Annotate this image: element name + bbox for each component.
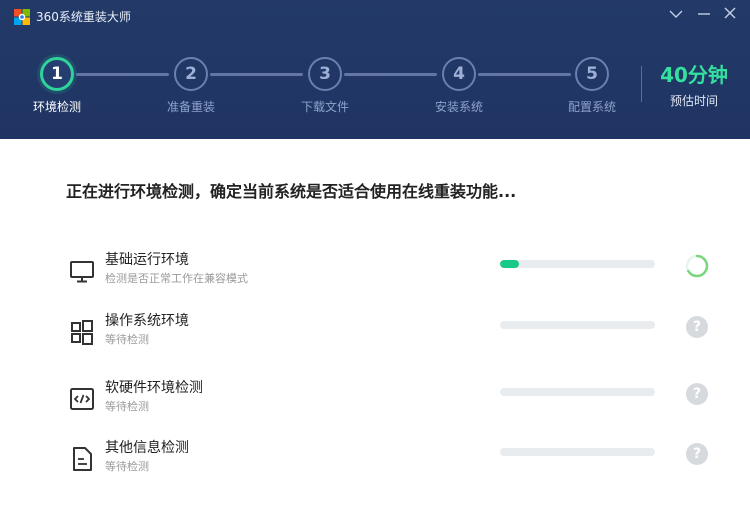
monitor-icon bbox=[70, 261, 94, 283]
windows-icon bbox=[71, 320, 93, 345]
check-item-title: 基础运行环境 bbox=[105, 252, 189, 268]
progress-bar bbox=[500, 260, 655, 268]
header-panel: 360系统重装大师 1 环境检测 2 准备重装 3 下载文件 4 安装系统 5 … bbox=[0, 0, 750, 139]
step-number: 1 bbox=[40, 57, 74, 91]
eta-label: 预估时间 bbox=[669, 94, 718, 108]
check-item-title: 操作系统环境 bbox=[105, 313, 189, 329]
app-title: 360系统重装大师 bbox=[36, 10, 131, 24]
document-icon bbox=[73, 447, 92, 471]
check-item-subtitle: 等待检测 bbox=[105, 400, 149, 413]
close-icon bbox=[724, 7, 736, 19]
check-item-basic-environment: 基础运行环境 检测是否正常工作在兼容模式 bbox=[60, 251, 720, 297]
step-progress: 1 环境检测 2 准备重装 3 下载文件 4 安装系统 5 配置系统 bbox=[0, 55, 640, 125]
progress-bar bbox=[500, 321, 655, 329]
check-item-subtitle: 等待检测 bbox=[105, 333, 149, 346]
help-glyph: ? bbox=[686, 443, 708, 465]
step-5: 5 配置系统 bbox=[547, 55, 637, 114]
check-item-subtitle: 等待检测 bbox=[105, 460, 149, 473]
minimize-icon bbox=[698, 13, 710, 15]
step-label: 安装系统 bbox=[434, 100, 483, 114]
eta-value: 40分钟 bbox=[660, 63, 728, 87]
question-icon: ? bbox=[685, 442, 709, 466]
progress-bar bbox=[500, 448, 655, 456]
dropdown-menu-button[interactable] bbox=[665, 6, 687, 22]
step-label: 准备重装 bbox=[166, 100, 215, 114]
step-label: 下载文件 bbox=[300, 100, 349, 114]
progress-bar bbox=[500, 388, 655, 396]
step-number: 3 bbox=[308, 57, 342, 91]
step-2: 2 准备重装 bbox=[146, 55, 236, 114]
divider bbox=[641, 66, 642, 102]
step-3: 3 下载文件 bbox=[280, 55, 370, 114]
check-item-title: 软硬件环境检测 bbox=[105, 380, 203, 396]
step-label: 环境检测 bbox=[32, 100, 81, 114]
help-glyph: ? bbox=[686, 383, 708, 405]
question-icon: ? bbox=[685, 315, 709, 339]
loading-spinner-icon bbox=[685, 254, 709, 278]
help-glyph: ? bbox=[686, 316, 708, 338]
status-headline: 正在进行环境检测，确定当前系统是否适合使用在线重装功能... bbox=[66, 182, 517, 201]
step-label: 配置系统 bbox=[567, 100, 616, 114]
progress-fill bbox=[500, 260, 519, 268]
code-icon bbox=[70, 388, 94, 410]
step-number: 5 bbox=[575, 57, 609, 91]
step-number: 2 bbox=[174, 57, 208, 91]
app-logo-icon bbox=[14, 9, 30, 25]
minimize-button[interactable] bbox=[693, 6, 715, 22]
check-item-other-info: 其他信息检测 等待检测 ? bbox=[60, 439, 720, 485]
step-1: 1 环境检测 bbox=[12, 55, 102, 114]
check-item-hardware-software: 软硬件环境检测 等待检测 ? bbox=[60, 379, 720, 425]
title-bar: 360系统重装大师 bbox=[0, 0, 750, 34]
step-4: 4 安装系统 bbox=[414, 55, 504, 114]
check-item-subtitle: 检测是否正常工作在兼容模式 bbox=[105, 272, 248, 285]
check-item-title: 其他信息检测 bbox=[105, 440, 189, 456]
chevron-down-icon bbox=[669, 10, 683, 18]
step-number: 4 bbox=[442, 57, 476, 91]
check-item-os-environment: 操作系统环境 等待检测 ? bbox=[60, 312, 720, 358]
question-icon: ? bbox=[685, 382, 709, 406]
close-button[interactable] bbox=[719, 6, 741, 22]
